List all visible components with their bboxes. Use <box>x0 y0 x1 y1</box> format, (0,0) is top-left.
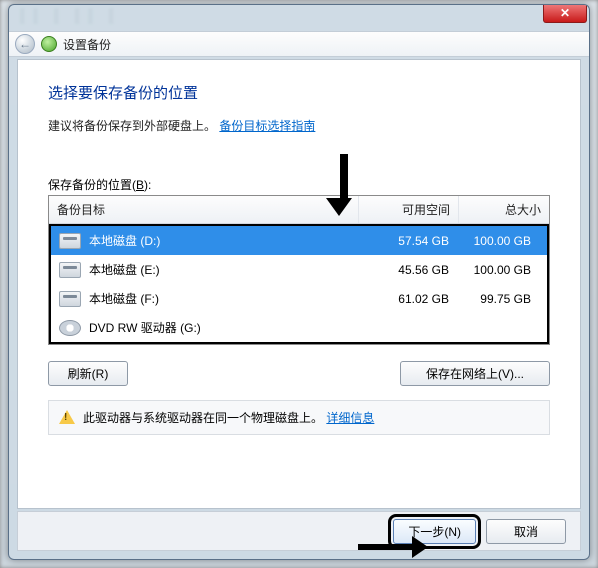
cancel-button[interactable]: 取消 <box>486 519 566 544</box>
wizard-title: 设置备份 <box>63 36 111 53</box>
location-label-pre: 保存备份的位置( <box>48 178 136 192</box>
drive-name: DVD RW 驱动器 (G:) <box>89 319 349 336</box>
hdd-drive-icon <box>59 233 81 249</box>
warning-panel: 此驱动器与系统驱动器在同一个物理磁盘上。 详细信息 <box>48 400 550 435</box>
wizard-window: ✕ ← 设置备份 选择要保存备份的位置 建议将备份保存到外部硬盘上。 备份目标选… <box>8 4 590 560</box>
location-label-post: ): <box>144 178 151 192</box>
table-header: 备份目标 可用空间 总大小 <box>49 196 549 224</box>
drive-total-size: 100.00 GB <box>449 234 539 248</box>
close-button[interactable]: ✕ <box>543 5 587 23</box>
dvd-drive-icon <box>59 320 81 336</box>
col-header-target[interactable]: 备份目标 <box>49 196 359 223</box>
table-row[interactable]: 本地磁盘 (E:)45.56 GB100.00 GB <box>51 255 547 284</box>
table-row[interactable]: 本地磁盘 (F:)61.02 GB99.75 GB <box>51 284 547 313</box>
location-label-key: B <box>136 178 144 192</box>
button-row: 刷新(R) 保存在网络上(V)... <box>48 361 550 386</box>
drive-free-space: 45.56 GB <box>349 263 449 277</box>
back-button[interactable]: ← <box>15 34 35 54</box>
wizard-header: ← 设置备份 <box>9 31 589 57</box>
warning-details-link[interactable]: 详细信息 <box>326 411 374 425</box>
next-button[interactable]: 下一步(N) <box>393 519 476 544</box>
page-heading: 选择要保存备份的位置 <box>48 82 550 103</box>
col-header-free[interactable]: 可用空间 <box>359 196 459 223</box>
table-body: 本地磁盘 (D:)57.54 GB100.00 GB本地磁盘 (E:)45.56… <box>49 224 549 344</box>
drive-name: 本地磁盘 (E:) <box>89 261 349 278</box>
warning-text-wrap: 此驱动器与系统驱动器在同一个物理磁盘上。 详细信息 <box>83 409 374 426</box>
drive-table: 备份目标 可用空间 总大小 本地磁盘 (D:)57.54 GB100.00 GB… <box>48 195 550 345</box>
warning-text: 此驱动器与系统驱动器在同一个物理磁盘上。 <box>83 411 323 425</box>
advice-link[interactable]: 备份目标选择指南 <box>219 119 315 133</box>
location-label: 保存备份的位置(B): <box>48 176 550 193</box>
advice-prefix: 建议将备份保存到外部硬盘上。 <box>48 119 216 133</box>
col-header-total[interactable]: 总大小 <box>459 196 549 223</box>
warning-icon <box>59 410 75 424</box>
wizard-icon <box>41 36 57 52</box>
footer: 下一步(N) 取消 <box>17 511 581 551</box>
hdd-drive-icon <box>59 291 81 307</box>
drive-free-space: 57.54 GB <box>349 234 449 248</box>
drive-total-size: 99.75 GB <box>449 292 539 306</box>
drive-free-space: 61.02 GB <box>349 292 449 306</box>
back-arrow-icon: ← <box>19 37 31 51</box>
drive-total-size: 100.00 GB <box>449 263 539 277</box>
table-row[interactable]: DVD RW 驱动器 (G:) <box>51 313 547 342</box>
advice-text: 建议将备份保存到外部硬盘上。 备份目标选择指南 <box>48 117 550 134</box>
save-on-network-button[interactable]: 保存在网络上(V)... <box>400 361 550 386</box>
client-area: 选择要保存备份的位置 建议将备份保存到外部硬盘上。 备份目标选择指南 保存备份的… <box>17 59 581 509</box>
close-icon: ✕ <box>560 6 570 20</box>
refresh-button[interactable]: 刷新(R) <box>48 361 128 386</box>
table-row[interactable]: 本地磁盘 (D:)57.54 GB100.00 GB <box>51 226 547 255</box>
drive-name: 本地磁盘 (F:) <box>89 290 349 307</box>
hdd-drive-icon <box>59 262 81 278</box>
drive-name: 本地磁盘 (D:) <box>89 232 349 249</box>
titlebar: ✕ <box>9 5 589 31</box>
